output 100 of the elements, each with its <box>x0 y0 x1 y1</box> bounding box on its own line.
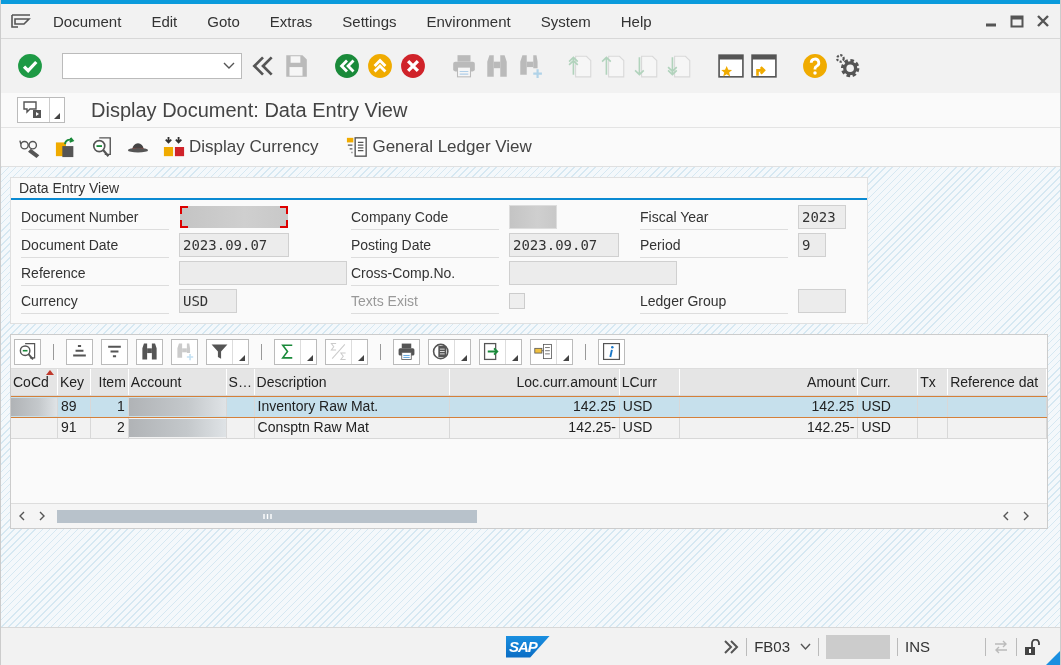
toolbar-button[interactable] <box>393 338 420 365</box>
transaction-code: FB03 <box>754 638 790 655</box>
menu-item[interactable]: Help <box>620 12 652 30</box>
field-label: Reference <box>21 260 169 286</box>
command-field[interactable] <box>62 53 242 79</box>
column-header[interactable]: Curr. <box>858 369 919 395</box>
chevron-down-icon[interactable] <box>800 642 811 651</box>
toolbar-button[interactable] <box>598 338 625 365</box>
toolbar-button[interactable]: Display Currency <box>163 136 319 158</box>
menu-item[interactable]: System <box>540 12 591 30</box>
close-icon[interactable] <box>1036 14 1050 28</box>
column-header[interactable]: Account <box>128 369 227 395</box>
views-icon <box>432 342 451 361</box>
column-header[interactable]: Loc.curr.amount <box>450 369 620 395</box>
table-row[interactable]: 89 1 Inventory Raw Mat. 142.25 USD 142.25 USD <box>11 396 1047 418</box>
column-header[interactable]: Amount <box>679 369 859 395</box>
export-icon <box>483 342 502 361</box>
menu-button[interactable] <box>17 97 65 123</box>
field-label: Fiscal Year <box>640 204 788 230</box>
table-cell: USD <box>858 397 919 417</box>
back-icon[interactable] <box>334 53 360 79</box>
column-header[interactable]: CoCd <box>11 369 58 395</box>
table-cell: 1 <box>90 397 129 417</box>
table-cell: 142.25 <box>450 397 620 417</box>
unlocked-padlock-icon[interactable] <box>1024 638 1040 655</box>
table-cell: 142.25 <box>679 397 859 417</box>
menu-icon[interactable] <box>11 14 31 28</box>
scrollbar-thumb[interactable] <box>57 509 477 523</box>
window-star-icon[interactable] <box>718 53 744 79</box>
info-icon <box>602 342 621 361</box>
column-header[interactable]: Item <box>90 369 129 395</box>
double-chevron-icon[interactable] <box>723 638 740 655</box>
maximize-icon[interactable] <box>1010 14 1024 28</box>
table-cell: USD <box>619 397 680 417</box>
column-header[interactable]: Reference dat <box>948 369 1047 395</box>
toolbar-button[interactable] <box>479 338 522 365</box>
chevron-down-icon[interactable] <box>223 62 235 70</box>
column-header[interactable]: Description <box>254 369 451 395</box>
menu-item[interactable]: Settings <box>342 12 397 30</box>
redacted-field[interactable] <box>509 205 557 229</box>
scroll-right-icon[interactable] <box>1021 511 1031 521</box>
field-label: Document Number <box>21 204 169 230</box>
filter-icon <box>210 342 229 361</box>
toolbar-button[interactable] <box>101 338 128 365</box>
dropdown-caret-icon <box>563 354 569 361</box>
toolbar-button[interactable] <box>274 338 317 365</box>
input-field[interactable] <box>509 261 677 285</box>
scroll-right-icon[interactable] <box>37 511 47 521</box>
field-label: Period <box>640 232 788 258</box>
field-label: Document Date <box>21 232 169 258</box>
menu-item[interactable]: Goto <box>207 12 240 30</box>
menu-item[interactable]: Edit <box>151 12 178 30</box>
toolbar-button[interactable] <box>136 338 163 365</box>
toolbar-button[interactable]: General Ledger View <box>346 136 532 158</box>
field-label: Cross-Comp.No. <box>351 260 499 286</box>
blurred-value <box>11 398 57 416</box>
menu-item[interactable]: Document <box>53 12 122 30</box>
menu-item[interactable]: Environment <box>426 12 511 30</box>
input-field[interactable]: 2023.09.07 <box>179 233 289 257</box>
input-mode: INS <box>905 638 930 655</box>
speech-bubble-icon <box>23 101 43 119</box>
dropdown-caret-icon <box>54 113 60 119</box>
dropdown-caret-icon <box>307 354 313 361</box>
layout-icon <box>534 342 553 361</box>
input-field[interactable] <box>179 261 347 285</box>
column-header[interactable]: S… <box>226 369 255 395</box>
document-search-icon <box>18 342 37 361</box>
table-cell: USD <box>619 418 680 438</box>
document-search-icon[interactable] <box>91 136 113 158</box>
resize-grip-icon[interactable] <box>1046 651 1060 665</box>
toolbar-button[interactable] <box>530 338 573 365</box>
column-header[interactable]: Key <box>57 369 91 395</box>
column-header[interactable]: Tx <box>918 369 949 395</box>
printer-icon <box>397 342 416 361</box>
dropdown-caret-icon <box>239 354 245 361</box>
subtotal-icon <box>329 342 348 361</box>
input-field[interactable] <box>798 289 846 313</box>
toolbar-button[interactable] <box>14 338 41 365</box>
scroll-left-icon[interactable] <box>17 511 27 521</box>
input-field[interactable]: 9 <box>798 233 826 257</box>
input-field[interactable]: 2023.09.07 <box>509 233 619 257</box>
settings-icon[interactable] <box>835 53 861 79</box>
check-icon[interactable] <box>17 53 43 79</box>
column-header[interactable]: LCurr <box>619 369 680 395</box>
scroll-left-icon[interactable] <box>1001 511 1011 521</box>
switch-document-icon[interactable] <box>55 136 77 158</box>
table-cell: Inventory Raw Mat. <box>254 397 451 417</box>
toolbar-button[interactable] <box>66 338 93 365</box>
toolbar-button[interactable] <box>206 338 249 365</box>
table-row[interactable]: 91 2 Consptn Raw Mat 142.25- USD 142.25- USD <box>11 418 1047 439</box>
swap-arrows-icon <box>993 638 1009 655</box>
menu-item[interactable]: Extras <box>269 12 313 30</box>
panel-title: Data Entry View <box>11 178 867 200</box>
input-field[interactable]: USD <box>179 289 237 313</box>
window-arrow-icon[interactable] <box>751 53 777 79</box>
binoculars-icon <box>140 342 159 361</box>
input-field[interactable]: 2023 <box>798 205 846 229</box>
table-cell: Consptn Raw Mat <box>254 418 451 438</box>
cancel-icon[interactable] <box>400 53 426 79</box>
toolbar-button[interactable] <box>428 338 471 365</box>
